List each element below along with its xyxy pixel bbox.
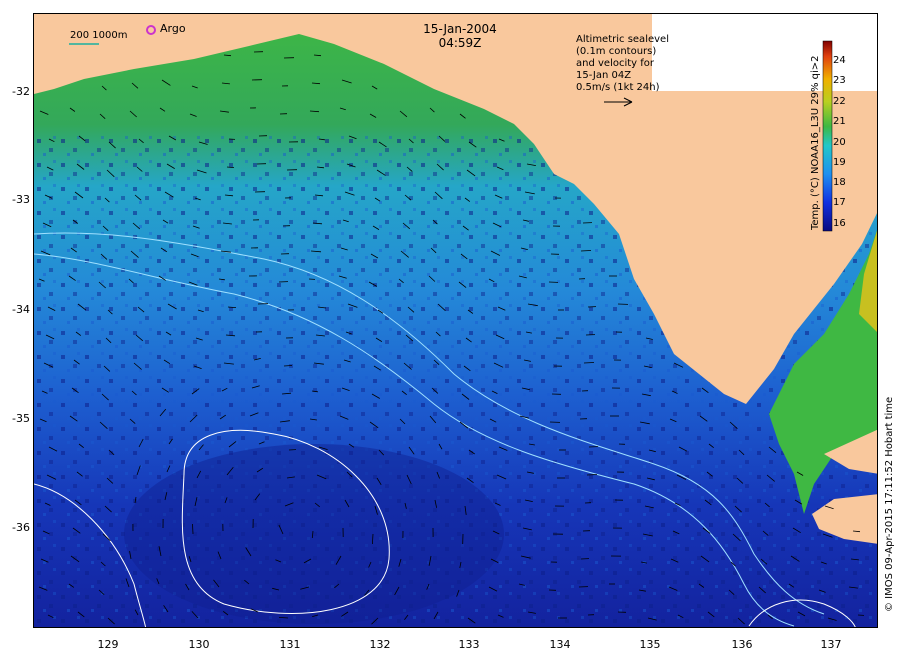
velocity-arrow xyxy=(583,362,595,364)
velocity-arrow xyxy=(580,250,592,252)
colorbar-tick: 20 xyxy=(833,137,846,148)
map-date: 15-Jan-2004 xyxy=(423,22,497,36)
legend-line: Altimetric sealevel xyxy=(576,34,669,45)
lat-tick-label: -36 xyxy=(12,521,30,534)
scale-label: 200 1000m xyxy=(70,30,128,41)
cold-water-patch xyxy=(124,444,504,624)
colorbar-tick: 24 xyxy=(833,55,846,66)
lon-tick-label: 137 xyxy=(820,638,842,651)
colorbar-tick: 19 xyxy=(833,157,846,168)
colorbar-tick: 16 xyxy=(833,218,846,229)
colorbar-title: Temp. (°C) NOAA16_L3U 29% qi>2 xyxy=(810,55,821,230)
lon-tick-label: 136 xyxy=(731,638,753,651)
lon-tick-label: 134 xyxy=(549,638,571,651)
map-frame[interactable] xyxy=(33,13,878,628)
velocity-legend-text: Altimetric sealevel (0.1m contours) and … xyxy=(576,34,669,94)
velocity-arrow xyxy=(192,523,194,535)
legend-line: (0.1m contours) xyxy=(576,46,657,57)
credit-text: © IMOS 09-Apr-2015 17:11:52 Hobart time xyxy=(884,396,895,612)
legend-line: and velocity for xyxy=(576,58,655,69)
sst-map[interactable] xyxy=(34,14,878,628)
colorbar-tick: 23 xyxy=(833,75,846,86)
argo-label: Argo xyxy=(160,22,186,35)
velocity-arrow xyxy=(586,474,598,476)
lat-tick-label: -32 xyxy=(12,85,30,98)
lon-tick-label: 131 xyxy=(279,638,301,651)
colorbar-tick: 18 xyxy=(833,177,846,188)
lat-tick-label: -34 xyxy=(12,303,30,316)
lon-tick-label: 132 xyxy=(369,638,391,651)
lon-tick-label: 130 xyxy=(188,638,210,651)
lat-tick-label: -33 xyxy=(12,193,30,206)
lat-tick-label: -35 xyxy=(12,412,30,425)
map-time: 04:59Z xyxy=(438,36,482,50)
legend-line: 0.5m/s (1kt 24h) xyxy=(576,82,660,93)
lon-tick-label: 135 xyxy=(639,638,661,651)
colorbar-tick: 21 xyxy=(833,116,846,127)
legend-line: 15-Jan 04Z xyxy=(576,70,632,81)
colorbar-tick: 17 xyxy=(833,197,846,208)
velocity-arrow xyxy=(283,365,293,367)
lon-tick-label: 129 xyxy=(97,638,119,651)
colorbar-tick: 22 xyxy=(833,96,846,107)
lon-tick-label: 133 xyxy=(458,638,480,651)
colorbar xyxy=(822,40,833,232)
map-timestamp: 15-Jan-2004 04:59Z xyxy=(395,22,525,50)
